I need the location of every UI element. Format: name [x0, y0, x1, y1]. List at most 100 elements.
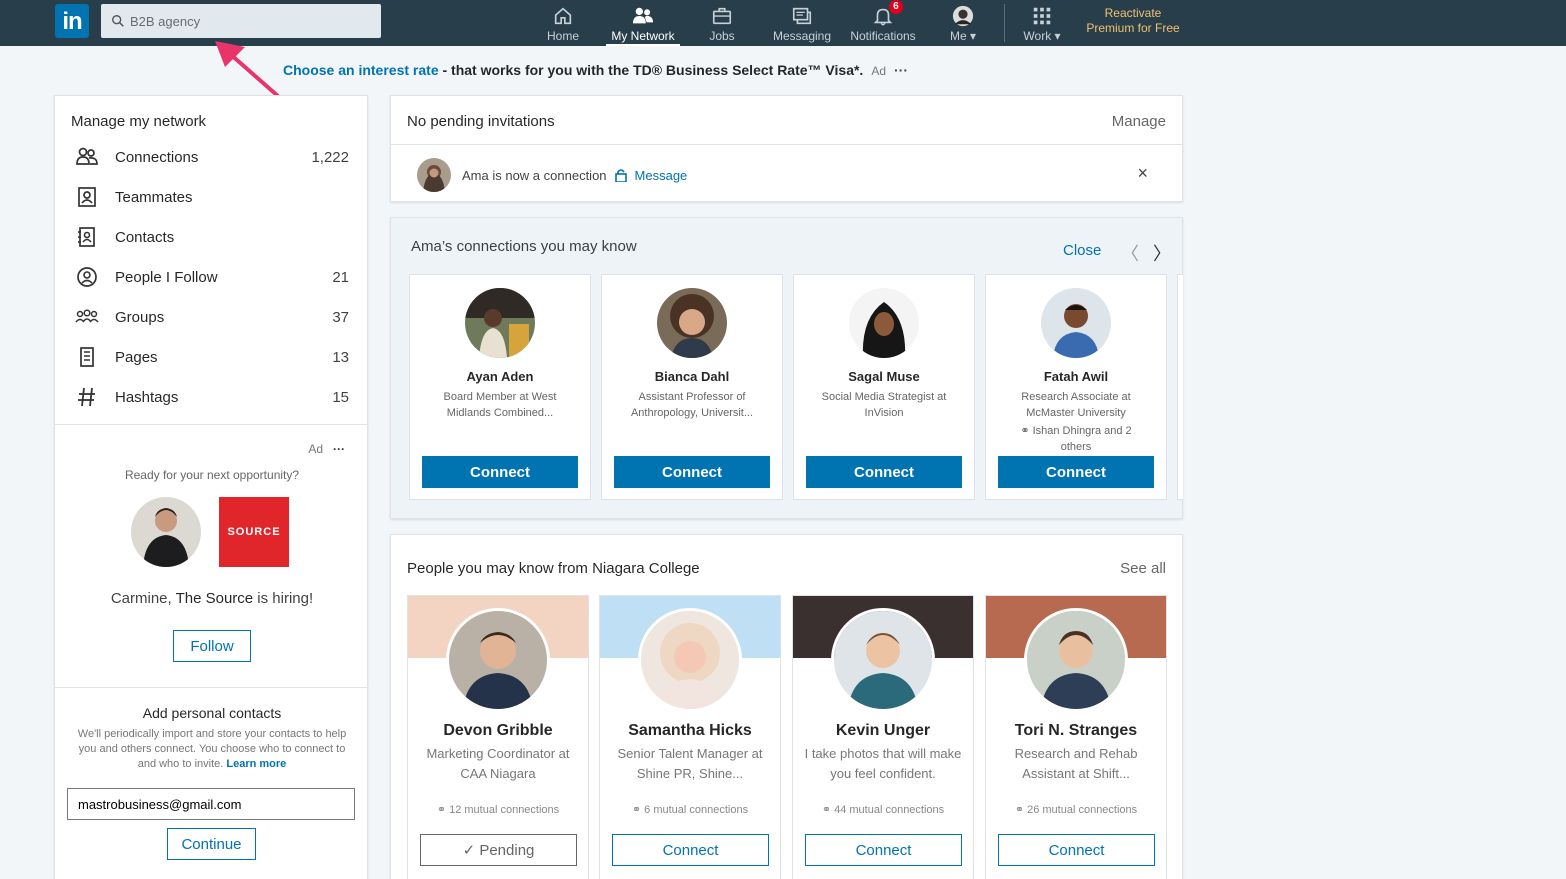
nav-notifications-label: Notifications [850, 29, 916, 43]
manage-network-title[interactable]: Manage my network [71, 113, 206, 130]
close-link[interactable]: Close [1063, 242, 1101, 259]
the-source-logo[interactable]: SOURCE [219, 497, 289, 567]
person-card[interactable]: Samantha Hicks Senior Talent Manager at … [599, 595, 781, 879]
mutual-icon: ⚭ [1020, 425, 1033, 437]
nav-work[interactable]: Work ▾ [1016, 0, 1068, 46]
next-card-edge [1177, 274, 1183, 500]
close-icon[interactable]: × [1137, 163, 1148, 184]
avatar[interactable] [446, 608, 550, 712]
sidebar-item-connections[interactable]: Connections 1,222 [55, 137, 369, 177]
person-headline: I take photos that will make you feel co… [804, 746, 962, 781]
avatar[interactable] [1024, 608, 1128, 712]
search-bar[interactable] [101, 4, 381, 38]
sidebar-item-hashtags[interactable]: Hashtags 15 [55, 377, 369, 417]
mutual-connections[interactable]: ⚭ Ishan Dhingra and 2 others [1004, 423, 1148, 455]
person-name[interactable]: Ayan Aden [410, 369, 590, 384]
company-name[interactable]: The Source [176, 590, 254, 607]
see-all-link[interactable]: See all [1120, 560, 1166, 577]
divider [55, 424, 369, 425]
mutual-connections[interactable]: ⚭ 12 mutual connections [408, 803, 588, 817]
nav-home[interactable]: Home [540, 0, 586, 46]
sidebar-item-teammates[interactable]: Teammates [55, 177, 369, 217]
avatar[interactable] [1041, 288, 1111, 358]
nav-jobs[interactable]: Jobs [700, 0, 744, 46]
mutual-connections[interactable]: ⚭ 44 mutual connections [793, 803, 973, 817]
mutual-connections[interactable]: ⚭ 26 mutual connections [986, 803, 1166, 817]
groups-icon [75, 309, 99, 323]
person-card[interactable]: Bianca Dahl Assistant Professor of Anthr… [601, 274, 783, 500]
connect-button[interactable]: Connect [422, 456, 578, 488]
connect-button[interactable]: Connect [805, 834, 962, 866]
lock-icon [614, 169, 627, 182]
person-headline: Research and Rehab Assistant at Shift... [1014, 746, 1138, 781]
message-link[interactable]: Message [635, 168, 688, 183]
invitations-panel: No pending invitations Manage Ama is now… [390, 95, 1183, 202]
person-card[interactable]: Tori N. Stranges Research and Rehab Assi… [985, 595, 1167, 879]
person-card[interactable]: Ayan Aden Board Member at West Midlands … [409, 274, 591, 500]
pending-button[interactable]: ✓ Pending [420, 834, 577, 866]
manage-link[interactable]: Manage [1112, 113, 1166, 130]
person-name[interactable]: Fatah Awil [986, 369, 1166, 384]
person-card[interactable]: Kevin Unger I take photos that will make… [792, 595, 974, 879]
sidebar-item-pages[interactable]: Pages 13 [55, 337, 369, 377]
premium-line-2: Premium for Free [1086, 21, 1180, 35]
nav-me[interactable]: Me ▾ [940, 0, 986, 46]
person-card[interactable]: Sagal Muse Social Media Strategist at In… [793, 274, 975, 500]
person-card[interactable]: Devon Gribble Marketing Coordinator at C… [407, 595, 589, 879]
sidebar-item-contacts[interactable]: Contacts [55, 217, 369, 257]
messaging-icon [792, 7, 812, 25]
hashtag-icon [78, 387, 95, 407]
sidebar-item-people-i-follow[interactable]: People I Follow 21 [55, 257, 369, 297]
person-card[interactable]: Fatah Awil Research Associate at McMaste… [985, 274, 1167, 500]
top-ad-banner: Choose an interest rate - that works for… [283, 62, 908, 78]
learn-more-link[interactable]: Learn more [226, 758, 286, 770]
ama-connections-panel: Ama’s connections you may know Close 〈 〉… [390, 217, 1183, 519]
avatar[interactable] [638, 608, 742, 712]
follow-button[interactable]: Follow [173, 630, 251, 662]
hiring-text: Carmine, The Source is hiring! [110, 590, 314, 607]
linkedin-logo[interactable]: in [55, 4, 89, 38]
avatar[interactable] [417, 158, 451, 192]
grid-icon [1033, 7, 1051, 25]
chevron-right-icon[interactable]: 〉 [1153, 240, 1171, 266]
avatar[interactable] [657, 288, 727, 358]
nav-my-network[interactable]: My Network [606, 0, 680, 46]
person-name[interactable]: Sagal Muse [794, 369, 974, 384]
ad-link[interactable]: Choose an interest rate [283, 62, 439, 78]
continue-button[interactable]: Continue [167, 828, 256, 860]
nav-my-network-label: My Network [611, 29, 675, 43]
connect-button[interactable]: Connect [998, 834, 1155, 866]
mutual-connections[interactable]: ⚭ 6 mutual connections [600, 803, 780, 817]
premium-link[interactable]: Reactivate Premium for Free [1080, 6, 1186, 36]
search-input[interactable] [130, 13, 370, 29]
nav-notifications[interactable]: 6 Notifications [846, 0, 920, 46]
connections-icon [76, 147, 98, 165]
sidebar-item-groups[interactable]: Groups 37 [55, 297, 369, 337]
more-options-icon[interactable]: ··· [333, 442, 345, 456]
search-icon [112, 15, 124, 27]
person-headline: Assistant Professor of Anthropology, Uni… [630, 391, 754, 419]
more-options-icon[interactable]: ··· [894, 62, 908, 78]
connect-button[interactable]: Connect [612, 834, 769, 866]
person-headline: Research Associate at McMaster Universit… [1021, 391, 1131, 419]
network-icon [632, 7, 654, 24]
email-field[interactable] [67, 788, 355, 820]
nav-messaging[interactable]: Messaging [770, 0, 834, 46]
person-name[interactable]: Bianca Dahl [602, 369, 782, 384]
person-name[interactable]: Samantha Hicks [600, 722, 780, 740]
person-headline: Senior Talent Manager at Shine PR, Shine… [617, 746, 763, 781]
connect-button[interactable]: Connect [806, 456, 962, 488]
notification-badge: 6 [888, 0, 903, 14]
chevron-left-icon[interactable]: 〈 [1121, 240, 1139, 266]
connect-button[interactable]: Connect [614, 456, 770, 488]
person-name[interactable]: Tori N. Stranges [986, 722, 1166, 740]
avatar[interactable] [831, 608, 935, 712]
avatar[interactable] [465, 288, 535, 358]
invitations-title: No pending invitations [407, 113, 555, 130]
person-name[interactable]: Kevin Unger [793, 722, 973, 740]
avatar[interactable] [849, 288, 919, 358]
sidebar-item-count: 1,222 [311, 148, 349, 166]
person-name[interactable]: Devon Gribble [408, 722, 588, 740]
person-headline: Social Media Strategist at InVision [821, 391, 947, 419]
connect-button[interactable]: Connect [998, 456, 1154, 488]
